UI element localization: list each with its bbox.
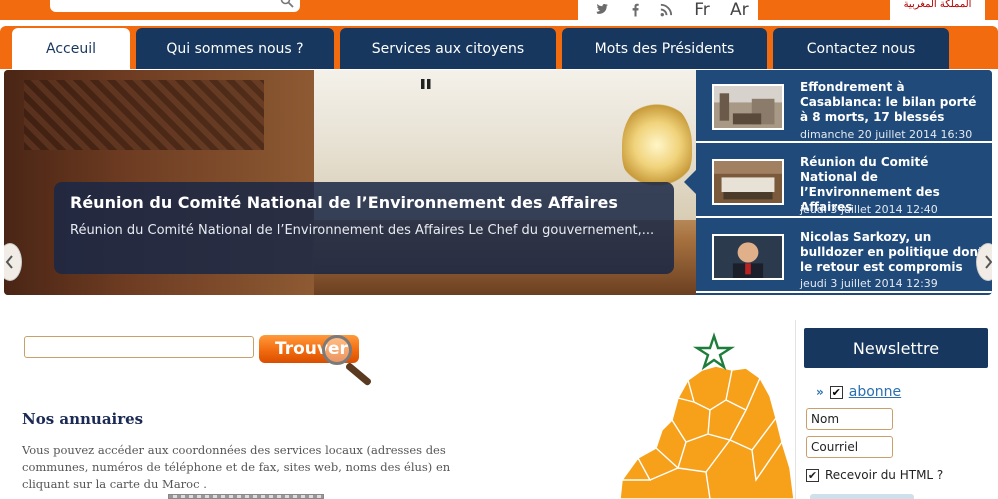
news-slider: Réunion du Comité National de l’Environn… — [4, 70, 992, 295]
pause-icon[interactable] — [420, 78, 432, 90]
name-field[interactable]: Nom — [806, 408, 893, 430]
annuaire-banner[interactable] — [168, 494, 324, 499]
chevron-right-icon — [985, 255, 992, 269]
html-checkbox[interactable]: ✔ — [806, 468, 819, 482]
news-date: jeudi 3 juillet 2014 12:40 — [800, 203, 938, 216]
logo-text: المملكة المغربية — [903, 0, 972, 10]
newsletter-heading: Newslettre — [804, 328, 988, 368]
annuaire-search-input[interactable] — [24, 336, 254, 358]
magnifier-handle — [344, 361, 373, 387]
news-list-item[interactable]: Effondrement à Casablanca: le bilan port… — [696, 70, 992, 143]
magnifier-icon — [322, 335, 352, 365]
news-thumbnail — [712, 159, 784, 205]
main-nav: Acceuil Qui sommes nous ? Services aux c… — [0, 20, 998, 69]
double-chevron-icon: » — [816, 385, 824, 399]
twitter-icon[interactable] — [588, 1, 620, 19]
news-date: dimanche 20 juillet 2014 16:30 — [800, 128, 973, 141]
html-option-row: ✔ Recevoir du HTML ? — [806, 468, 943, 482]
news-date: jeudi 3 juillet 2014 12:39 — [800, 277, 938, 290]
slide-chandelier-decor — [622, 100, 692, 190]
morocco-map[interactable] — [560, 330, 800, 499]
slide-caption-text: Réunion du Comité National de l’Environn… — [70, 223, 655, 238]
news-list: Effondrement à Casablanca: le bilan port… — [684, 70, 992, 295]
nav-item-mots-presidents[interactable]: Mots des Présidents — [562, 28, 767, 69]
slide-caption[interactable]: Réunion du Comité National de l’Environn… — [54, 182, 674, 274]
abonne-link[interactable]: abonne — [849, 384, 901, 400]
slide-caption-title: Réunion du Comité National de l’Environn… — [70, 193, 618, 212]
annuaires-description: Vous pouvez accéder aux coordonnées des … — [22, 443, 451, 491]
site-logo[interactable]: المملكة المغربية — [890, 0, 985, 20]
slide-lattice-decor — [24, 80, 264, 150]
search-icon[interactable] — [280, 0, 294, 8]
nav-item-contactez-nous[interactable]: Contactez nous — [773, 28, 949, 69]
news-list-item[interactable]: Nicolas Sarkozy, un bulldozer en politiq… — [696, 220, 992, 293]
news-list-item[interactable]: Réunion du Comité National de l’Environn… — [684, 145, 992, 218]
sidebar-divider — [795, 320, 796, 499]
facebook-icon[interactable] — [620, 1, 652, 19]
chevron-left-icon — [5, 255, 13, 269]
news-title: Effondrement à Casablanca: le bilan port… — [800, 80, 977, 124]
rss-icon[interactable] — [652, 1, 684, 19]
header-search-input[interactable] — [50, 0, 300, 12]
nav-item-qui-sommes-nous[interactable]: Qui sommes nous ? — [136, 28, 334, 69]
top-header-bar — [0, 0, 998, 20]
social-language-bar: Fr Ar — [578, 0, 758, 20]
nav-item-services-citoyens[interactable]: Services aux citoyens — [340, 28, 556, 69]
lang-fr-link[interactable]: Fr — [683, 0, 720, 20]
html-option-label: Recevoir du HTML ? — [825, 468, 944, 482]
news-title: Nicolas Sarkozy, un bulldozer en politiq… — [800, 230, 984, 274]
news-thumbnail — [712, 234, 784, 280]
news-thumbnail — [712, 84, 784, 130]
newsletter-submit-button[interactable] — [810, 494, 914, 499]
abonne-checkbox[interactable]: ✔ — [829, 385, 843, 399]
annuaires-heading: Nos annuaires — [22, 410, 144, 428]
nav-item-acceuil[interactable]: Acceuil — [12, 28, 130, 69]
lang-ar-link[interactable]: Ar — [721, 0, 758, 20]
slide-image[interactable]: Réunion du Comité National de l’Environn… — [4, 70, 696, 295]
star-icon — [692, 332, 736, 371]
email-field[interactable]: Courriel — [806, 436, 893, 458]
abonne-row: » ✔ abonne — [816, 384, 901, 400]
